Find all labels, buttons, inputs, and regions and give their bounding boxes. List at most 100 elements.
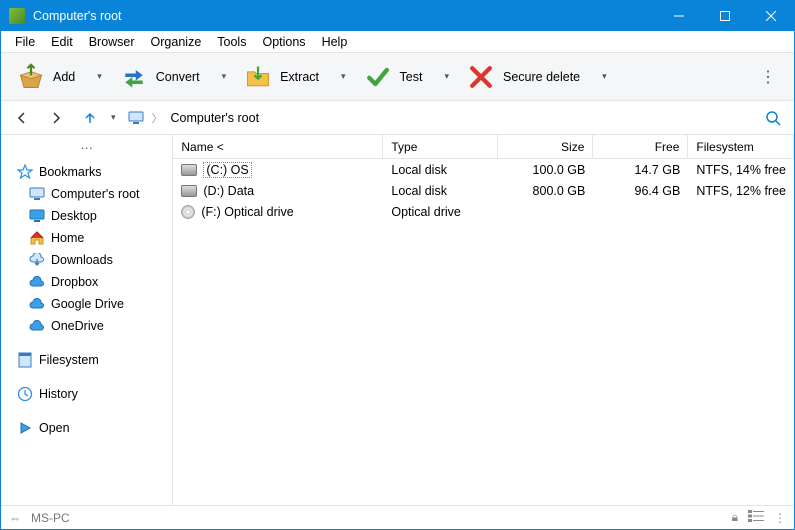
menu-edit[interactable]: Edit bbox=[43, 33, 81, 51]
extract-dropdown[interactable]: ▾ bbox=[337, 67, 350, 86]
star-icon bbox=[17, 164, 33, 180]
nav-up-button[interactable] bbox=[77, 105, 103, 131]
add-dropdown[interactable]: ▾ bbox=[93, 67, 106, 86]
breadcrumb-root[interactable]: Computer's root bbox=[171, 111, 260, 125]
sidebar-bookmarks-label: Bookmarks bbox=[39, 165, 102, 179]
titlebar: Computer's root bbox=[1, 1, 794, 31]
close-button[interactable] bbox=[748, 1, 794, 31]
menu-tools[interactable]: Tools bbox=[209, 33, 254, 51]
row-type: Optical drive bbox=[383, 205, 498, 219]
row-name: (D:) Data bbox=[203, 184, 254, 198]
view-details-icon[interactable] bbox=[748, 510, 764, 525]
file-rows: (C:) OS Local disk 100.0 GB 14.7 GB NTFS… bbox=[173, 159, 794, 505]
nav-forward-button[interactable] bbox=[43, 105, 69, 131]
row-name: (C:) OS bbox=[203, 162, 251, 178]
column-name[interactable]: Name < bbox=[173, 135, 383, 158]
sidebar-item-label: OneDrive bbox=[51, 319, 104, 333]
test-dropdown[interactable]: ▾ bbox=[440, 67, 453, 86]
test-button[interactable]: Test bbox=[358, 59, 429, 95]
folder-extract-icon bbox=[244, 63, 272, 91]
cloud-icon bbox=[29, 318, 45, 334]
home-icon bbox=[29, 230, 45, 246]
search-button[interactable] bbox=[760, 105, 786, 131]
app-icon bbox=[9, 8, 25, 24]
row-name: (F:) Optical drive bbox=[201, 205, 293, 219]
sidebar-item-label: Dropbox bbox=[51, 275, 98, 289]
lock-icon[interactable]: 🔒︎ bbox=[732, 510, 738, 525]
row-size: 800.0 GB bbox=[498, 184, 593, 198]
convert-button[interactable]: Convert bbox=[114, 59, 206, 95]
sidebar-item-onedrive[interactable]: OneDrive bbox=[1, 315, 172, 337]
sidebar-history[interactable]: History bbox=[1, 383, 172, 405]
play-icon bbox=[17, 420, 33, 436]
column-type[interactable]: Type bbox=[383, 135, 498, 158]
menu-help[interactable]: Help bbox=[314, 33, 356, 51]
table-row[interactable]: (F:) Optical drive Optical drive bbox=[173, 201, 794, 222]
content: ··· Bookmarks Computer's root Desktop Ho… bbox=[1, 135, 794, 505]
add-button[interactable]: Add bbox=[11, 59, 81, 95]
sidebar-item-dropbox[interactable]: Dropbox bbox=[1, 271, 172, 293]
table-row[interactable]: (C:) OS Local disk 100.0 GB 14.7 GB NTFS… bbox=[173, 159, 794, 180]
sidebar-bookmarks[interactable]: Bookmarks bbox=[1, 161, 172, 183]
breadcrumb[interactable]: 〉 Computer's root bbox=[124, 110, 752, 126]
add-label: Add bbox=[53, 70, 75, 84]
drive-icon bbox=[181, 185, 197, 197]
column-size[interactable]: Size bbox=[498, 135, 593, 158]
status-overflow[interactable]: ⋮ bbox=[774, 511, 786, 525]
chevron-right-icon: 〉 bbox=[152, 110, 163, 126]
box-open-icon bbox=[17, 63, 45, 91]
row-type: Local disk bbox=[383, 184, 498, 198]
navbar: ▾ 〉 Computer's root bbox=[1, 101, 794, 135]
sidebar-open-label: Open bbox=[39, 421, 70, 435]
sidebar-item-home[interactable]: Home bbox=[1, 227, 172, 249]
check-icon bbox=[364, 63, 392, 91]
sidebar-filesystem[interactable]: Filesystem bbox=[1, 349, 172, 371]
window-title: Computer's root bbox=[33, 9, 656, 23]
sidebar-filesystem-label: Filesystem bbox=[39, 353, 99, 367]
column-free[interactable]: Free bbox=[593, 135, 688, 158]
cloud-icon bbox=[29, 296, 45, 312]
sidebar-history-label: History bbox=[39, 387, 78, 401]
row-free: 96.4 GB bbox=[593, 184, 688, 198]
sidebar-item-google-drive[interactable]: Google Drive bbox=[1, 293, 172, 315]
table-row[interactable]: (D:) Data Local disk 800.0 GB 96.4 GB NT… bbox=[173, 180, 794, 201]
drive-icon bbox=[181, 164, 197, 176]
nav-back-button[interactable] bbox=[9, 105, 35, 131]
menubar: File Edit Browser Organize Tools Options… bbox=[1, 31, 794, 53]
secure-delete-label: Secure delete bbox=[503, 70, 580, 84]
convert-label: Convert bbox=[156, 70, 200, 84]
test-label: Test bbox=[400, 70, 423, 84]
row-type: Local disk bbox=[383, 163, 498, 177]
filesystem-icon bbox=[17, 352, 33, 368]
clock-icon bbox=[17, 386, 33, 402]
sidebar-item-label: Downloads bbox=[51, 253, 113, 267]
column-filesystem[interactable]: Filesystem bbox=[688, 135, 794, 158]
toolbar-overflow[interactable]: ⋮ bbox=[752, 63, 784, 91]
main-panel: Name < Type Size Free Filesystem (C:) OS… bbox=[173, 135, 794, 505]
sidebar-item-desktop[interactable]: Desktop bbox=[1, 205, 172, 227]
status-host: MS-PC bbox=[31, 511, 70, 525]
menu-browser[interactable]: Browser bbox=[81, 33, 143, 51]
secure-delete-button[interactable]: Secure delete bbox=[461, 59, 586, 95]
cloud-icon bbox=[29, 274, 45, 290]
sidebar-item-computers-root[interactable]: Computer's root bbox=[1, 183, 172, 205]
menu-file[interactable]: File bbox=[7, 33, 43, 51]
minimize-button[interactable] bbox=[656, 1, 702, 31]
sidebar-item-label: Desktop bbox=[51, 209, 97, 223]
menu-options[interactable]: Options bbox=[254, 33, 313, 51]
expand-h-icon[interactable]: ⇔ bbox=[9, 511, 21, 525]
extract-button[interactable]: Extract bbox=[238, 59, 325, 95]
convert-dropdown[interactable]: ▾ bbox=[218, 67, 231, 86]
sidebar-item-label: Computer's root bbox=[51, 187, 140, 201]
monitor-icon bbox=[128, 110, 144, 126]
sidebar-open[interactable]: Open bbox=[1, 417, 172, 439]
optical-disc-icon bbox=[181, 205, 195, 219]
sidebar-item-downloads[interactable]: Downloads bbox=[1, 249, 172, 271]
nav-history-dropdown[interactable]: ▾ bbox=[111, 112, 116, 123]
sidebar-more[interactable]: ··· bbox=[1, 139, 172, 161]
menu-organize[interactable]: Organize bbox=[143, 33, 210, 51]
secure-delete-dropdown[interactable]: ▾ bbox=[598, 67, 611, 86]
toolbar: Add ▾ Convert ▾ Extract ▾ Test ▾ Secure … bbox=[1, 53, 794, 101]
maximize-button[interactable] bbox=[702, 1, 748, 31]
sidebar-item-label: Google Drive bbox=[51, 297, 124, 311]
